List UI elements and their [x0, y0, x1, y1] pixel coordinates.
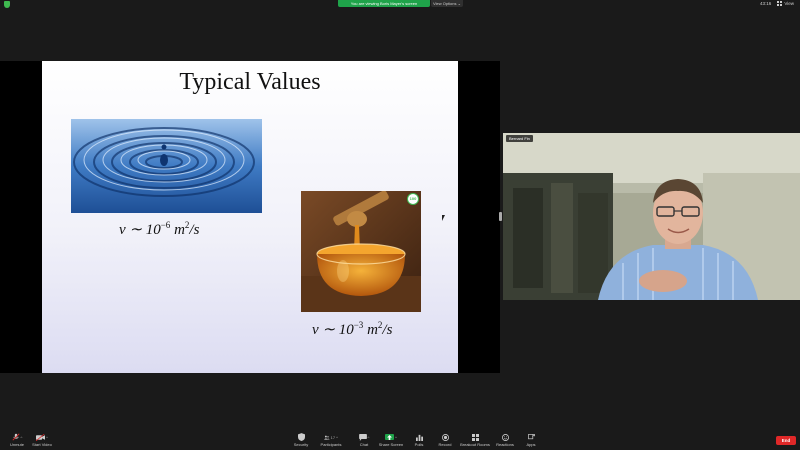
- water-viscosity-exponent: −6: [160, 220, 171, 230]
- video-chevron-up-icon[interactable]: ^: [46, 435, 48, 440]
- polls-bar-chart-icon: [415, 434, 423, 441]
- water-viscosity-unit: m: [170, 222, 185, 238]
- zoom-meeting-window: You are viewing Boris Mayer's screen Vie…: [0, 0, 800, 450]
- video-off-icon: [36, 433, 46, 441]
- participant-video-feed: [503, 133, 800, 300]
- honey-viscosity-equation: ν ∼ 10−3 m2/s: [312, 320, 392, 339]
- meeting-toolbar: ^ Unmute ^ Start Video Security 17 ^ Par…: [0, 432, 800, 450]
- breakout-rooms-label: Breakout Rooms: [460, 442, 490, 447]
- mouse-cursor-icon: [442, 215, 445, 221]
- participants-count: 17: [330, 434, 336, 440]
- view-button-label: View: [784, 1, 794, 6]
- shield-icon[interactable]: [4, 1, 10, 8]
- participants-button[interactable]: 17 ^ Participants: [314, 433, 348, 448]
- honey-viscosity-exponent: −3: [353, 320, 364, 330]
- muted-microphone-icon: [12, 433, 20, 441]
- apps-icon: [527, 433, 535, 439]
- apps-label: Apps: [526, 442, 536, 447]
- participants-label: Participants: [320, 442, 342, 447]
- share-screen-icon: [385, 434, 395, 440]
- start-video-label: Start Video: [32, 442, 52, 447]
- unmute-label: Unmute: [9, 442, 24, 447]
- split-view-handle[interactable]: [499, 212, 502, 221]
- participant-video[interactable]: Bernard Fin: [503, 133, 800, 300]
- view-options-button[interactable]: View Options ⌄: [431, 0, 463, 7]
- top-right-controls: 43:16 View: [760, 1, 794, 6]
- grid-icon: [777, 1, 783, 6]
- honey-viscosity-prefix: ν ∼ 10: [312, 322, 354, 338]
- polls-label: Polls: [414, 442, 424, 447]
- share-chevron-up-icon[interactable]: ^: [395, 435, 397, 440]
- reactions-label: Reactions: [496, 442, 514, 447]
- participants-icon: [324, 435, 330, 440]
- slide-title: Typical Values: [179, 69, 321, 95]
- shared-screen[interactable]: Typical Values ν ∼ 10−6 m2/s 100 ν ∼ 10−…: [0, 61, 500, 373]
- apps-button[interactable]: Apps: [514, 433, 548, 447]
- end-meeting-button[interactable]: End: [776, 436, 796, 445]
- water-ripple-image: [71, 119, 262, 213]
- record-label: Record: [438, 442, 452, 447]
- security-label: Security: [293, 442, 309, 447]
- top-bar: You are viewing Boris Mayer's screen Vie…: [0, 0, 800, 9]
- honey-viscosity-tail: /s: [382, 322, 393, 338]
- presentation-slide: Typical Values ν ∼ 10−6 m2/s 100 ν ∼ 10−…: [42, 61, 458, 373]
- security-shield-icon: [297, 433, 305, 441]
- chat-label: Chat: [359, 442, 369, 447]
- participants-chevron-up-icon[interactable]: ^: [336, 435, 338, 440]
- chat-bubble-icon: [358, 433, 367, 441]
- honey-viscosity-unit: m: [363, 322, 378, 338]
- share-screen-label: Share Screen: [378, 442, 404, 447]
- water-viscosity-prefix: ν ∼ 10: [119, 222, 161, 238]
- breakout-rooms-grid-icon: [471, 433, 479, 441]
- meeting-timer: 43:16: [760, 1, 772, 6]
- chat-chevron-up-icon[interactable]: ^: [368, 435, 370, 440]
- record-button[interactable]: Record: [428, 433, 462, 447]
- image-badge: 100: [407, 193, 419, 205]
- smiley-icon: [501, 433, 509, 441]
- start-video-button[interactable]: ^ Start Video: [25, 433, 59, 447]
- security-button[interactable]: Security: [284, 433, 318, 447]
- water-viscosity-equation: ν ∼ 10−6 m2/s: [119, 220, 199, 239]
- water-viscosity-tail: /s: [189, 222, 200, 238]
- participant-name-tag: Bernard Fin: [506, 135, 533, 142]
- viewing-screen-banner: You are viewing Boris Mayer's screen: [338, 0, 430, 7]
- record-icon: [441, 433, 449, 441]
- honey-bowl-image: 100: [301, 191, 421, 312]
- view-button[interactable]: View: [777, 1, 794, 6]
- unmute-chevron-up-icon[interactable]: ^: [21, 435, 23, 440]
- breakout-rooms-button[interactable]: Breakout Rooms: [458, 433, 492, 447]
